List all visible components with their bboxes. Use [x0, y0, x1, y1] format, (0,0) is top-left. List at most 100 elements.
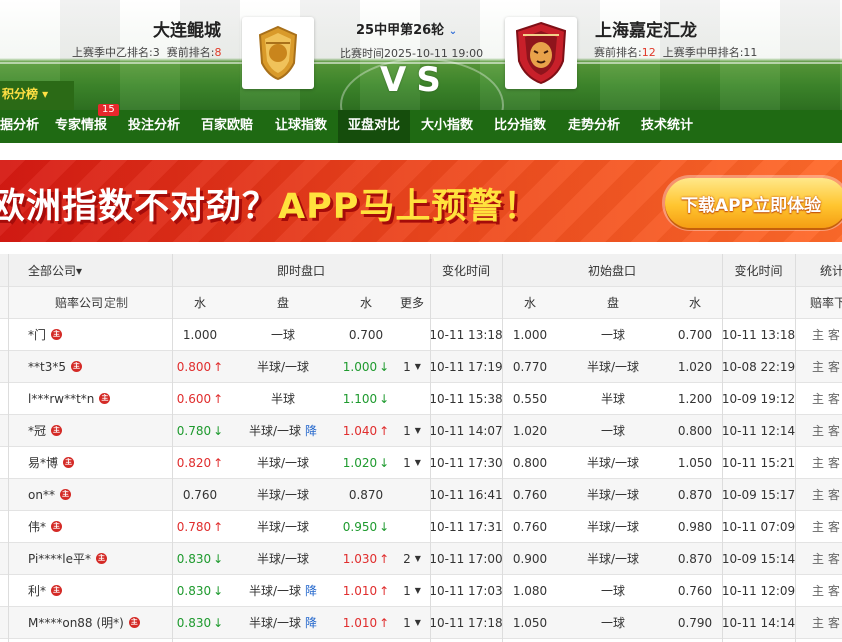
table-row[interactable]: M****on88 (明*) 主 0.830 ↓ 半球/一球降 1.010 ↑ 1 ▼ 10-11…	[0, 607, 842, 639]
home-stat-link[interactable]: 主	[812, 486, 824, 503]
home-team-name[interactable]: 大连鲲城	[153, 16, 221, 41]
company-cell[interactable]: 易*博主	[28, 447, 75, 478]
home-team-logo[interactable]	[242, 17, 314, 89]
away-stat-link[interactable]: 客	[828, 390, 840, 407]
home-stat-link[interactable]: 主	[812, 326, 824, 343]
home-away-links[interactable]: 主 客	[812, 479, 842, 510]
more-dropdown[interactable]: 1 ▼	[394, 607, 430, 638]
initial-line: 半球/一球	[586, 552, 640, 566]
chevron-down-icon[interactable]: ⌄	[449, 26, 457, 37]
company-cell[interactable]: 伟* 主	[28, 511, 63, 542]
match-round[interactable]: 25中甲第26轮 ⌄	[356, 19, 457, 38]
home-stat-link[interactable]: 主	[812, 518, 824, 535]
company-name[interactable]: *冠	[28, 422, 46, 439]
tab-euro-odds[interactable]: 百家欧赔	[201, 110, 253, 143]
company-name[interactable]: *门	[28, 326, 46, 343]
table-row[interactable]: *门主 1.000 一球 0.700 10-11 13:18 1.000 一球 0.700 10…	[0, 319, 842, 351]
more-dropdown[interactable]: 1 ▼	[394, 351, 430, 382]
analysis-nav: 据分析 专家情报 投注分析 百家欧赔 让球指数 亚盘对比 大小指数 比分指数 走…	[0, 110, 842, 143]
table-row[interactable]: l***rw**t*n 主 0.600 ↑ 半球 1.100 ↓ 10-11 15:38 0.5…	[0, 383, 842, 415]
table-row[interactable]: 易*博主 0.820 ↑ 半球/一球 1.020 ↓ 1 ▼ 10-11 17:30 0.800 半…	[0, 447, 842, 479]
away-stat-link[interactable]: 客	[828, 550, 840, 567]
home-away-links[interactable]: 主 客	[812, 383, 842, 414]
more-dropdown[interactable]: 1 ▼	[394, 447, 430, 478]
home-stat-link[interactable]: 主	[812, 390, 824, 407]
line-drop-label: 降	[305, 584, 318, 598]
more-dropdown[interactable]: 1 ▼	[394, 575, 430, 606]
table-row[interactable]: 伟* 主 0.780 ↑ 半球/一球 0.950 ↓ 10-11 17:31 0.760 半球/一…	[0, 511, 842, 543]
company-cell[interactable]: 利* 主	[28, 575, 63, 606]
away-stat-link[interactable]: 客	[828, 422, 840, 439]
change-time: 10-11 15:38	[429, 391, 503, 406]
company-cell[interactable]: M****on88 (明*) 主	[28, 607, 140, 638]
tab-handicap-index[interactable]: 让球指数	[275, 110, 327, 143]
away-stat-link[interactable]: 客	[828, 582, 840, 599]
company-name[interactable]: 易*博	[28, 454, 58, 471]
home-stat-link[interactable]: 主	[812, 582, 824, 599]
more-dropdown[interactable]	[394, 511, 430, 542]
away-stat-link[interactable]: 客	[828, 614, 840, 631]
more-dropdown[interactable]: 1 ▼	[394, 415, 430, 446]
more-dropdown[interactable]: 2 ▼	[394, 543, 430, 574]
company-name[interactable]: Pi****le平*	[28, 550, 91, 567]
table-row[interactable]: *冠主 0.780 ↓ 半球/一球降 1.040 ↑ 1 ▼ 10-11 14:07 1.020 一…	[0, 415, 842, 447]
home-away-links[interactable]: 主 客	[812, 447, 842, 478]
away-team-name[interactable]: 上海嘉定汇龙	[595, 16, 697, 41]
more-dropdown[interactable]	[394, 319, 430, 350]
standings-button[interactable]: 积分榜 ▾	[0, 81, 74, 110]
company-name[interactable]: l***rw**t*n	[28, 392, 94, 406]
home-away-links[interactable]: 主 客	[812, 319, 842, 350]
home-stat-link[interactable]: 主	[812, 422, 824, 439]
table-row[interactable]: on** 主 0.760 半球/一球 0.870 10-11 16:41 0.760 半球/一…	[0, 479, 842, 511]
company-cell[interactable]: l***rw**t*n 主	[28, 383, 111, 414]
tab-score-index[interactable]: 比分指数	[494, 110, 546, 143]
company-name[interactable]: 伟*	[28, 518, 46, 535]
live-water-home-header: 水	[193, 296, 206, 310]
tab-over-under[interactable]: 大小指数	[421, 110, 473, 143]
home-stat-link[interactable]: 主	[812, 614, 824, 631]
live-water-home-value: 1.000	[182, 327, 218, 342]
away-stat-link[interactable]: 客	[828, 358, 840, 375]
tab-tech-stats[interactable]: 技术统计	[641, 110, 693, 143]
home-away-links[interactable]: 主 客	[812, 415, 842, 446]
home-away-links[interactable]: 主 客	[812, 575, 842, 606]
download-app-button[interactable]: 下载APP立即体验	[665, 178, 842, 228]
home-stat-link[interactable]: 主	[812, 454, 824, 471]
company-cell[interactable]: on** 主	[28, 479, 71, 510]
customize-link[interactable]: 定制	[104, 287, 128, 318]
away-team-logo[interactable]	[505, 17, 577, 89]
away-stat-link[interactable]: 客	[828, 486, 840, 503]
home-away-links[interactable]: 主 客	[812, 543, 842, 574]
column-divider	[8, 254, 9, 642]
home-stat-link[interactable]: 主	[812, 358, 824, 375]
company-cell[interactable]: *门主	[28, 319, 63, 350]
company-name[interactable]: M****on88 (明*)	[28, 614, 124, 631]
table-row[interactable]: Pi****le平* 主 0.830 ↓ 半球/一球 1.030 ↑ 2 ▼ 10-11 17:0…	[0, 543, 842, 575]
initial-water-away-header: 水	[688, 296, 701, 310]
away-stat-link[interactable]: 客	[828, 518, 840, 535]
table-row[interactable]: 利* 主 0.830 ↓ 半球/一球降 1.010 ↑ 1 ▼ 10-11 17:03 1.080 一…	[0, 575, 842, 607]
company-cell[interactable]: **t3*5 主	[28, 351, 82, 382]
tab-betting-analysis[interactable]: 投注分析	[128, 110, 180, 143]
company-name[interactable]: 利*	[28, 582, 46, 599]
company-name[interactable]: **t3*5	[28, 360, 66, 374]
home-away-links[interactable]: 主 客	[812, 511, 842, 542]
initial-line: 半球/一球	[586, 520, 640, 534]
tab-asian-handicap[interactable]: 亚盘对比	[338, 110, 411, 143]
away-stat-link[interactable]: 客	[828, 454, 840, 471]
tab-trend-analysis[interactable]: 走势分析	[568, 110, 620, 143]
live-water-away-value: 1.040	[342, 423, 378, 438]
initial-line: 一球	[600, 616, 625, 630]
away-stat-link[interactable]: 客	[828, 326, 840, 343]
company-cell[interactable]: *冠主	[28, 415, 63, 446]
company-filter[interactable]: 全部公司▾	[28, 254, 82, 286]
tab-data-analysis[interactable]: 据分析	[0, 110, 45, 143]
company-name[interactable]: on**	[28, 488, 55, 502]
more-dropdown[interactable]	[394, 479, 430, 510]
table-row[interactable]: **t3*5 主 0.800 ↑ 半球/一球 1.000 ↓ 1 ▼ 10-11 17:19 0.7…	[0, 351, 842, 383]
home-away-links[interactable]: 主 客	[812, 607, 842, 638]
more-dropdown[interactable]	[394, 383, 430, 414]
company-cell[interactable]: Pi****le平* 主	[28, 543, 108, 574]
home-stat-link[interactable]: 主	[812, 550, 824, 567]
home-away-links[interactable]: 主 客	[812, 351, 842, 382]
